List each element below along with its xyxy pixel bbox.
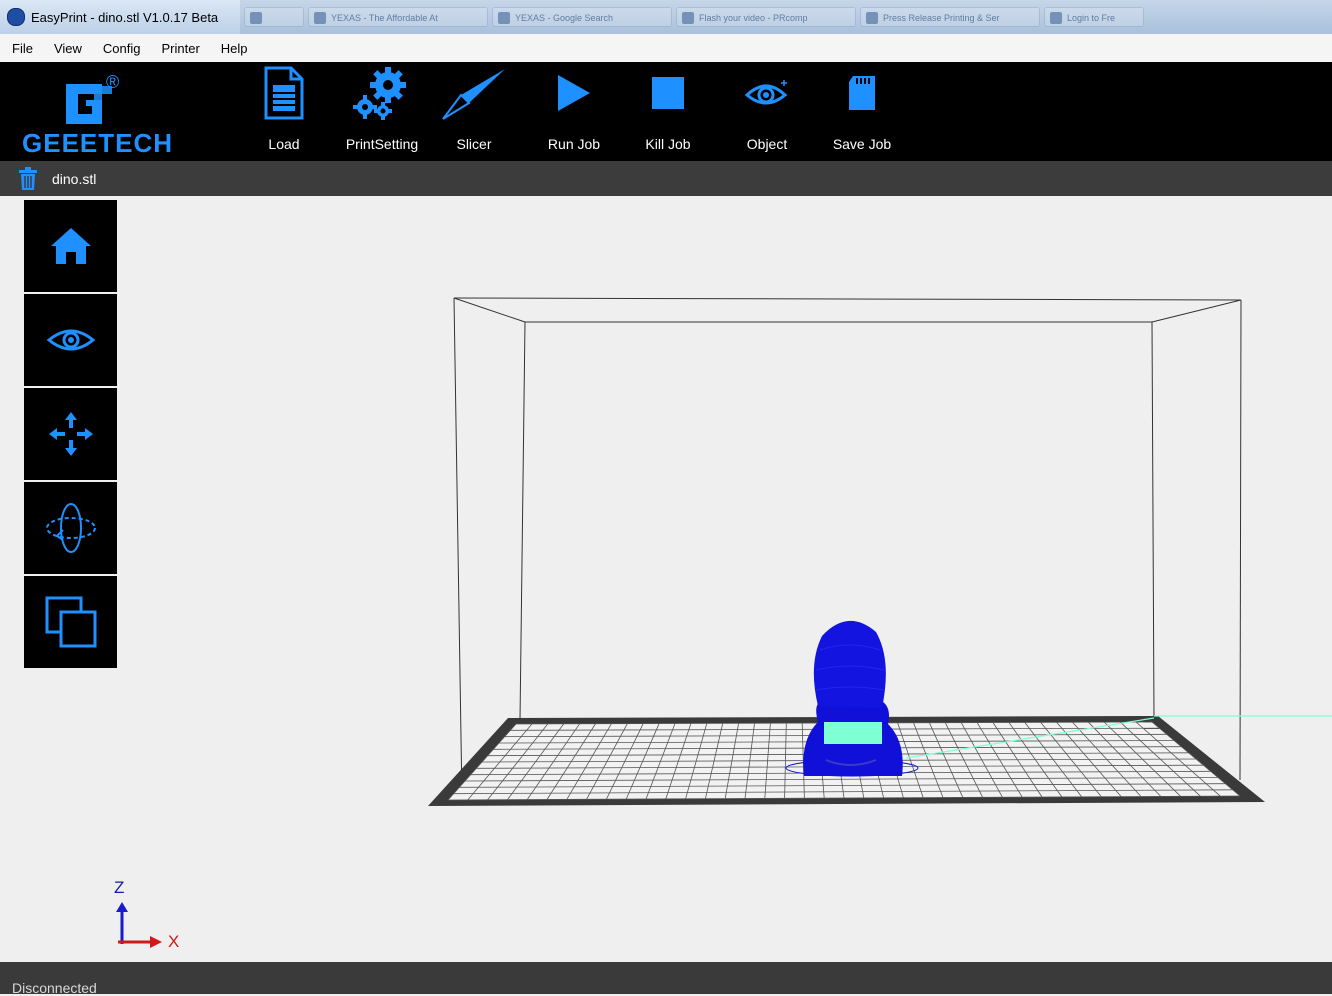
file-bar: dino.stl (0, 161, 1332, 196)
app-icon (7, 8, 25, 26)
gears-icon (353, 67, 406, 120)
move-arrows-icon (48, 412, 93, 456)
build-volume-scene (116, 297, 1332, 948)
save-job-button[interactable]: Save Job (830, 62, 894, 161)
z-axis-label: Z (114, 878, 125, 897)
window-titlebar: EasyPrint - dino.stl V1.0.17 Beta YEXAS … (0, 0, 1332, 34)
run-job-button[interactable]: Run Job (544, 62, 604, 161)
home-view-button[interactable] (24, 200, 117, 292)
taskbar-item[interactable]: YEXAS - The Affordable At (308, 7, 488, 27)
stop-icon (652, 77, 684, 109)
move-button[interactable] (24, 388, 117, 480)
scale-button[interactable] (24, 576, 117, 668)
menu-bar: File View Config Printer Help (0, 34, 1332, 63)
print-setting-label: PrintSetting (345, 136, 419, 152)
window-title: EasyPrint - dino.stl V1.0.17 Beta (31, 9, 219, 25)
kill-job-button[interactable]: Kill Job (640, 62, 696, 161)
rotate-button[interactable] (24, 482, 117, 574)
slicer-blade-icon (442, 69, 505, 120)
print-setting-button[interactable]: PrintSetting (340, 62, 424, 161)
slicer-button[interactable]: Slicer (440, 62, 508, 161)
dino-model (785, 620, 919, 777)
load-button[interactable]: Load (260, 62, 308, 161)
document-icon (264, 66, 304, 120)
slicer-label: Slicer (456, 136, 492, 152)
geeetech-logo: ® GEEETECH (22, 72, 172, 158)
view-mode-button[interactable] (24, 294, 117, 386)
taskbar-item[interactable] (244, 7, 304, 27)
menu-config[interactable]: Config (91, 41, 150, 56)
logo-wordmark: GEEETECH (22, 128, 174, 158)
home-icon (50, 228, 91, 264)
taskbar-item[interactable]: Flash your video - PRcomp (676, 7, 856, 27)
view-sidebar (24, 200, 117, 670)
loaded-file-name[interactable]: dino.stl (52, 171, 96, 187)
eye-view-icon (46, 329, 95, 351)
play-icon (558, 75, 590, 111)
x-axis-label: X (168, 932, 180, 951)
trash-icon[interactable] (18, 166, 38, 191)
object-label: Object (746, 136, 788, 152)
menu-view[interactable]: View (42, 41, 91, 56)
logo-registered: ® (106, 72, 120, 92)
scale-squares-icon (45, 596, 96, 648)
rotate-icon (45, 503, 96, 553)
save-job-label: Save Job (832, 136, 892, 152)
main-toolbar: ® GEEETECH Load PrintSetting Slicer Run … (0, 62, 1332, 161)
object-button[interactable]: Object (740, 62, 794, 161)
taskbar-item[interactable]: Login to Fre (1044, 7, 1144, 27)
taskbar-item[interactable]: YEXAS - Google Search (492, 7, 672, 27)
taskbar-item[interactable]: Press Release Printing & Ser (860, 7, 1040, 27)
sd-card-icon (849, 76, 875, 110)
menu-help[interactable]: Help (209, 41, 257, 56)
taskbar-items: YEXAS - The Affordable At YEXAS - Google… (244, 7, 1144, 27)
eye-icon (744, 80, 788, 105)
3d-viewport[interactable] (0, 196, 1332, 962)
menu-file[interactable]: File (0, 41, 42, 56)
window-title-tab[interactable]: EasyPrint - dino.stl V1.0.17 Beta (0, 0, 240, 34)
run-job-label: Run Job (547, 136, 601, 152)
status-bar: Disconnected (0, 962, 1332, 996)
kill-job-label: Kill Job (645, 136, 691, 152)
load-label: Load (268, 136, 300, 152)
axis-gizmo (116, 902, 162, 948)
menu-printer[interactable]: Printer (149, 41, 208, 56)
